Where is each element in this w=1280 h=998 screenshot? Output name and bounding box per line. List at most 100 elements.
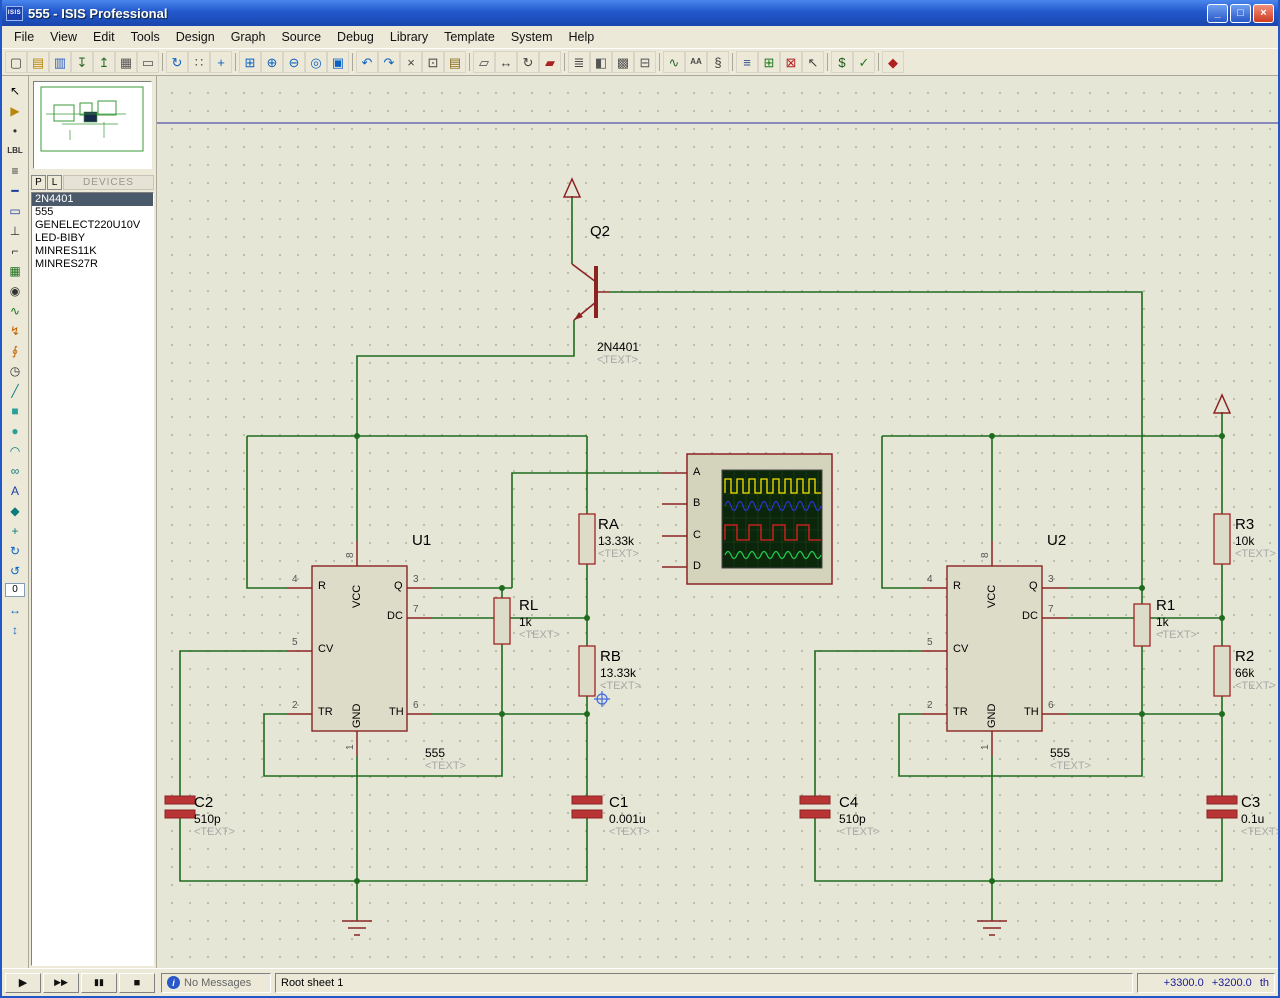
resistor-r2[interactable]: [1214, 646, 1230, 696]
capacitor-c2[interactable]: [165, 796, 195, 818]
generator-mode-button[interactable]: ∿: [4, 301, 26, 320]
graph-mode-button[interactable]: ▦: [4, 261, 26, 280]
zoom-out-button[interactable]: ⊖: [283, 51, 305, 73]
device-list-item[interactable]: 555: [32, 206, 153, 219]
resistor-rb[interactable]: [579, 646, 595, 696]
current-probe-mode-button[interactable]: ∮: [4, 341, 26, 360]
wire-autorouter-button[interactable]: ∿: [663, 51, 685, 73]
subcircuit-mode-button[interactable]: ▭: [4, 201, 26, 220]
minimize-button[interactable]: _: [1207, 4, 1228, 23]
wire-label-mode-button[interactable]: LBL: [4, 141, 26, 160]
mark-output-area-button[interactable]: ▭: [137, 51, 159, 73]
power-terminal-icon[interactable]: [564, 179, 580, 197]
device-list-item[interactable]: LED-BIBY: [32, 232, 153, 245]
c3-label[interactable]: C30.1u<TEXT>: [1241, 794, 1278, 840]
x-mirror-button[interactable]: ↔: [4, 600, 26, 619]
component-mode-button[interactable]: ▶: [4, 101, 26, 120]
selection-mode-button[interactable]: ↖: [4, 81, 26, 100]
menu-template[interactable]: Template: [436, 27, 503, 47]
center-at-cursor-button[interactable]: ⊞: [239, 51, 261, 73]
wire-net-left[interactable]: [180, 196, 1142, 921]
r1-label[interactable]: R11k<TEXT>: [1156, 597, 1197, 643]
copy-button[interactable]: ⊡: [422, 51, 444, 73]
path-graphics-button[interactable]: ∞: [4, 461, 26, 480]
ra-label[interactable]: RA13.33k<TEXT>: [598, 516, 639, 562]
decompose-button[interactable]: ⊟: [634, 51, 656, 73]
rotate-anticlockwise-button[interactable]: ↺: [4, 561, 26, 580]
play-button[interactable]: ▶: [5, 973, 41, 993]
ground-terminal-icon[interactable]: [342, 921, 372, 935]
property-assignment-button[interactable]: §: [707, 51, 729, 73]
netlist-to-ares-button[interactable]: ◆: [882, 51, 904, 73]
cut-button[interactable]: ×: [400, 51, 422, 73]
terminals-mode-button[interactable]: ⊥: [4, 221, 26, 240]
device-list-item[interactable]: MINRES27R: [32, 258, 153, 271]
u2-ref-label[interactable]: U2: [1047, 531, 1066, 550]
pause-button[interactable]: ▮▮: [81, 973, 117, 993]
stop-button[interactable]: ■: [119, 973, 155, 993]
device-list-item[interactable]: 2N4401: [32, 193, 153, 206]
u1-value-label[interactable]: 555<TEXT>: [425, 746, 466, 774]
new-design-button[interactable]: ▢: [5, 51, 27, 73]
import-section-button[interactable]: ↧: [71, 51, 93, 73]
tape-recorder-mode-button[interactable]: ◉: [4, 281, 26, 300]
pick-devices-button[interactable]: P: [31, 175, 46, 190]
menu-debug[interactable]: Debug: [329, 27, 382, 47]
zoom-in-button[interactable]: ⊕: [261, 51, 283, 73]
rotate-clockwise-button[interactable]: ↻: [4, 541, 26, 560]
packaging-tool-button[interactable]: ▩: [612, 51, 634, 73]
electrical-check-button[interactable]: ✓: [853, 51, 875, 73]
power-terminal-icon[interactable]: [1214, 395, 1230, 413]
resistor-rl[interactable]: [494, 598, 510, 644]
circle-graphics-button[interactable]: ●: [4, 421, 26, 440]
export-section-button[interactable]: ↥: [93, 51, 115, 73]
title-bar[interactable]: ISIS 555 - ISIS Professional _ □ ×: [2, 0, 1278, 26]
menu-library[interactable]: Library: [382, 27, 436, 47]
menu-graph[interactable]: Graph: [223, 27, 274, 47]
make-device-button[interactable]: ◧: [590, 51, 612, 73]
open-design-button[interactable]: ▤: [27, 51, 49, 73]
resistor-r1[interactable]: [1134, 604, 1150, 646]
new-sheet-button[interactable]: ⊞: [758, 51, 780, 73]
zoom-area-button[interactable]: ▣: [327, 51, 349, 73]
capacitor-c4[interactable]: [800, 796, 830, 818]
undo-button[interactable]: ↶: [356, 51, 378, 73]
text-graphics-button[interactable]: A: [4, 481, 26, 500]
menu-tools[interactable]: Tools: [123, 27, 168, 47]
menu-system[interactable]: System: [503, 27, 561, 47]
c2-label[interactable]: C2510p<TEXT>: [194, 794, 235, 840]
oscilloscope[interactable]: [662, 454, 832, 584]
block-rotate-button[interactable]: ↻: [517, 51, 539, 73]
q2-ref-label[interactable]: Q2: [590, 222, 610, 241]
close-button[interactable]: ×: [1253, 4, 1274, 23]
u1-ref-label[interactable]: U1: [412, 531, 431, 550]
print-design-button[interactable]: ▦: [115, 51, 137, 73]
pick-parts-button[interactable]: ≣: [568, 51, 590, 73]
voltage-probe-mode-button[interactable]: ↯: [4, 321, 26, 340]
device-list-item[interactable]: GENELECT220U10V: [32, 219, 153, 232]
remove-sheet-button[interactable]: ⊠: [780, 51, 802, 73]
save-design-button[interactable]: ▥: [49, 51, 71, 73]
menu-view[interactable]: View: [42, 27, 85, 47]
schematic-overview[interactable]: [33, 81, 152, 169]
capacitor-c3[interactable]: [1207, 796, 1237, 818]
virtual-instruments-mode-button[interactable]: ◷: [4, 361, 26, 380]
junction-dot-mode-button[interactable]: •: [4, 121, 26, 140]
q2-value-label[interactable]: 2N4401<TEXT>: [597, 340, 639, 368]
arc-graphics-button[interactable]: ◠: [4, 441, 26, 460]
block-move-button[interactable]: ↔: [495, 51, 517, 73]
buses-mode-button[interactable]: ━: [4, 181, 26, 200]
box-graphics-button[interactable]: ■: [4, 401, 26, 420]
marker-graphics-button[interactable]: +: [4, 521, 26, 540]
menu-edit[interactable]: Edit: [85, 27, 123, 47]
toggle-origin-button[interactable]: +: [210, 51, 232, 73]
refresh-display-button[interactable]: ↻: [166, 51, 188, 73]
device-pin-mode-button[interactable]: ⌐: [4, 241, 26, 260]
step-button[interactable]: ▶▶: [43, 973, 79, 993]
rb-label[interactable]: RB13.33k<TEXT>: [600, 648, 641, 694]
design-explorer-button[interactable]: ≡: [736, 51, 758, 73]
symbol-graphics-button[interactable]: ◆: [4, 501, 26, 520]
paste-button[interactable]: ▤: [444, 51, 466, 73]
transistor-q2[interactable]: [572, 264, 610, 320]
u2-value-label[interactable]: 555<TEXT>: [1050, 746, 1091, 774]
